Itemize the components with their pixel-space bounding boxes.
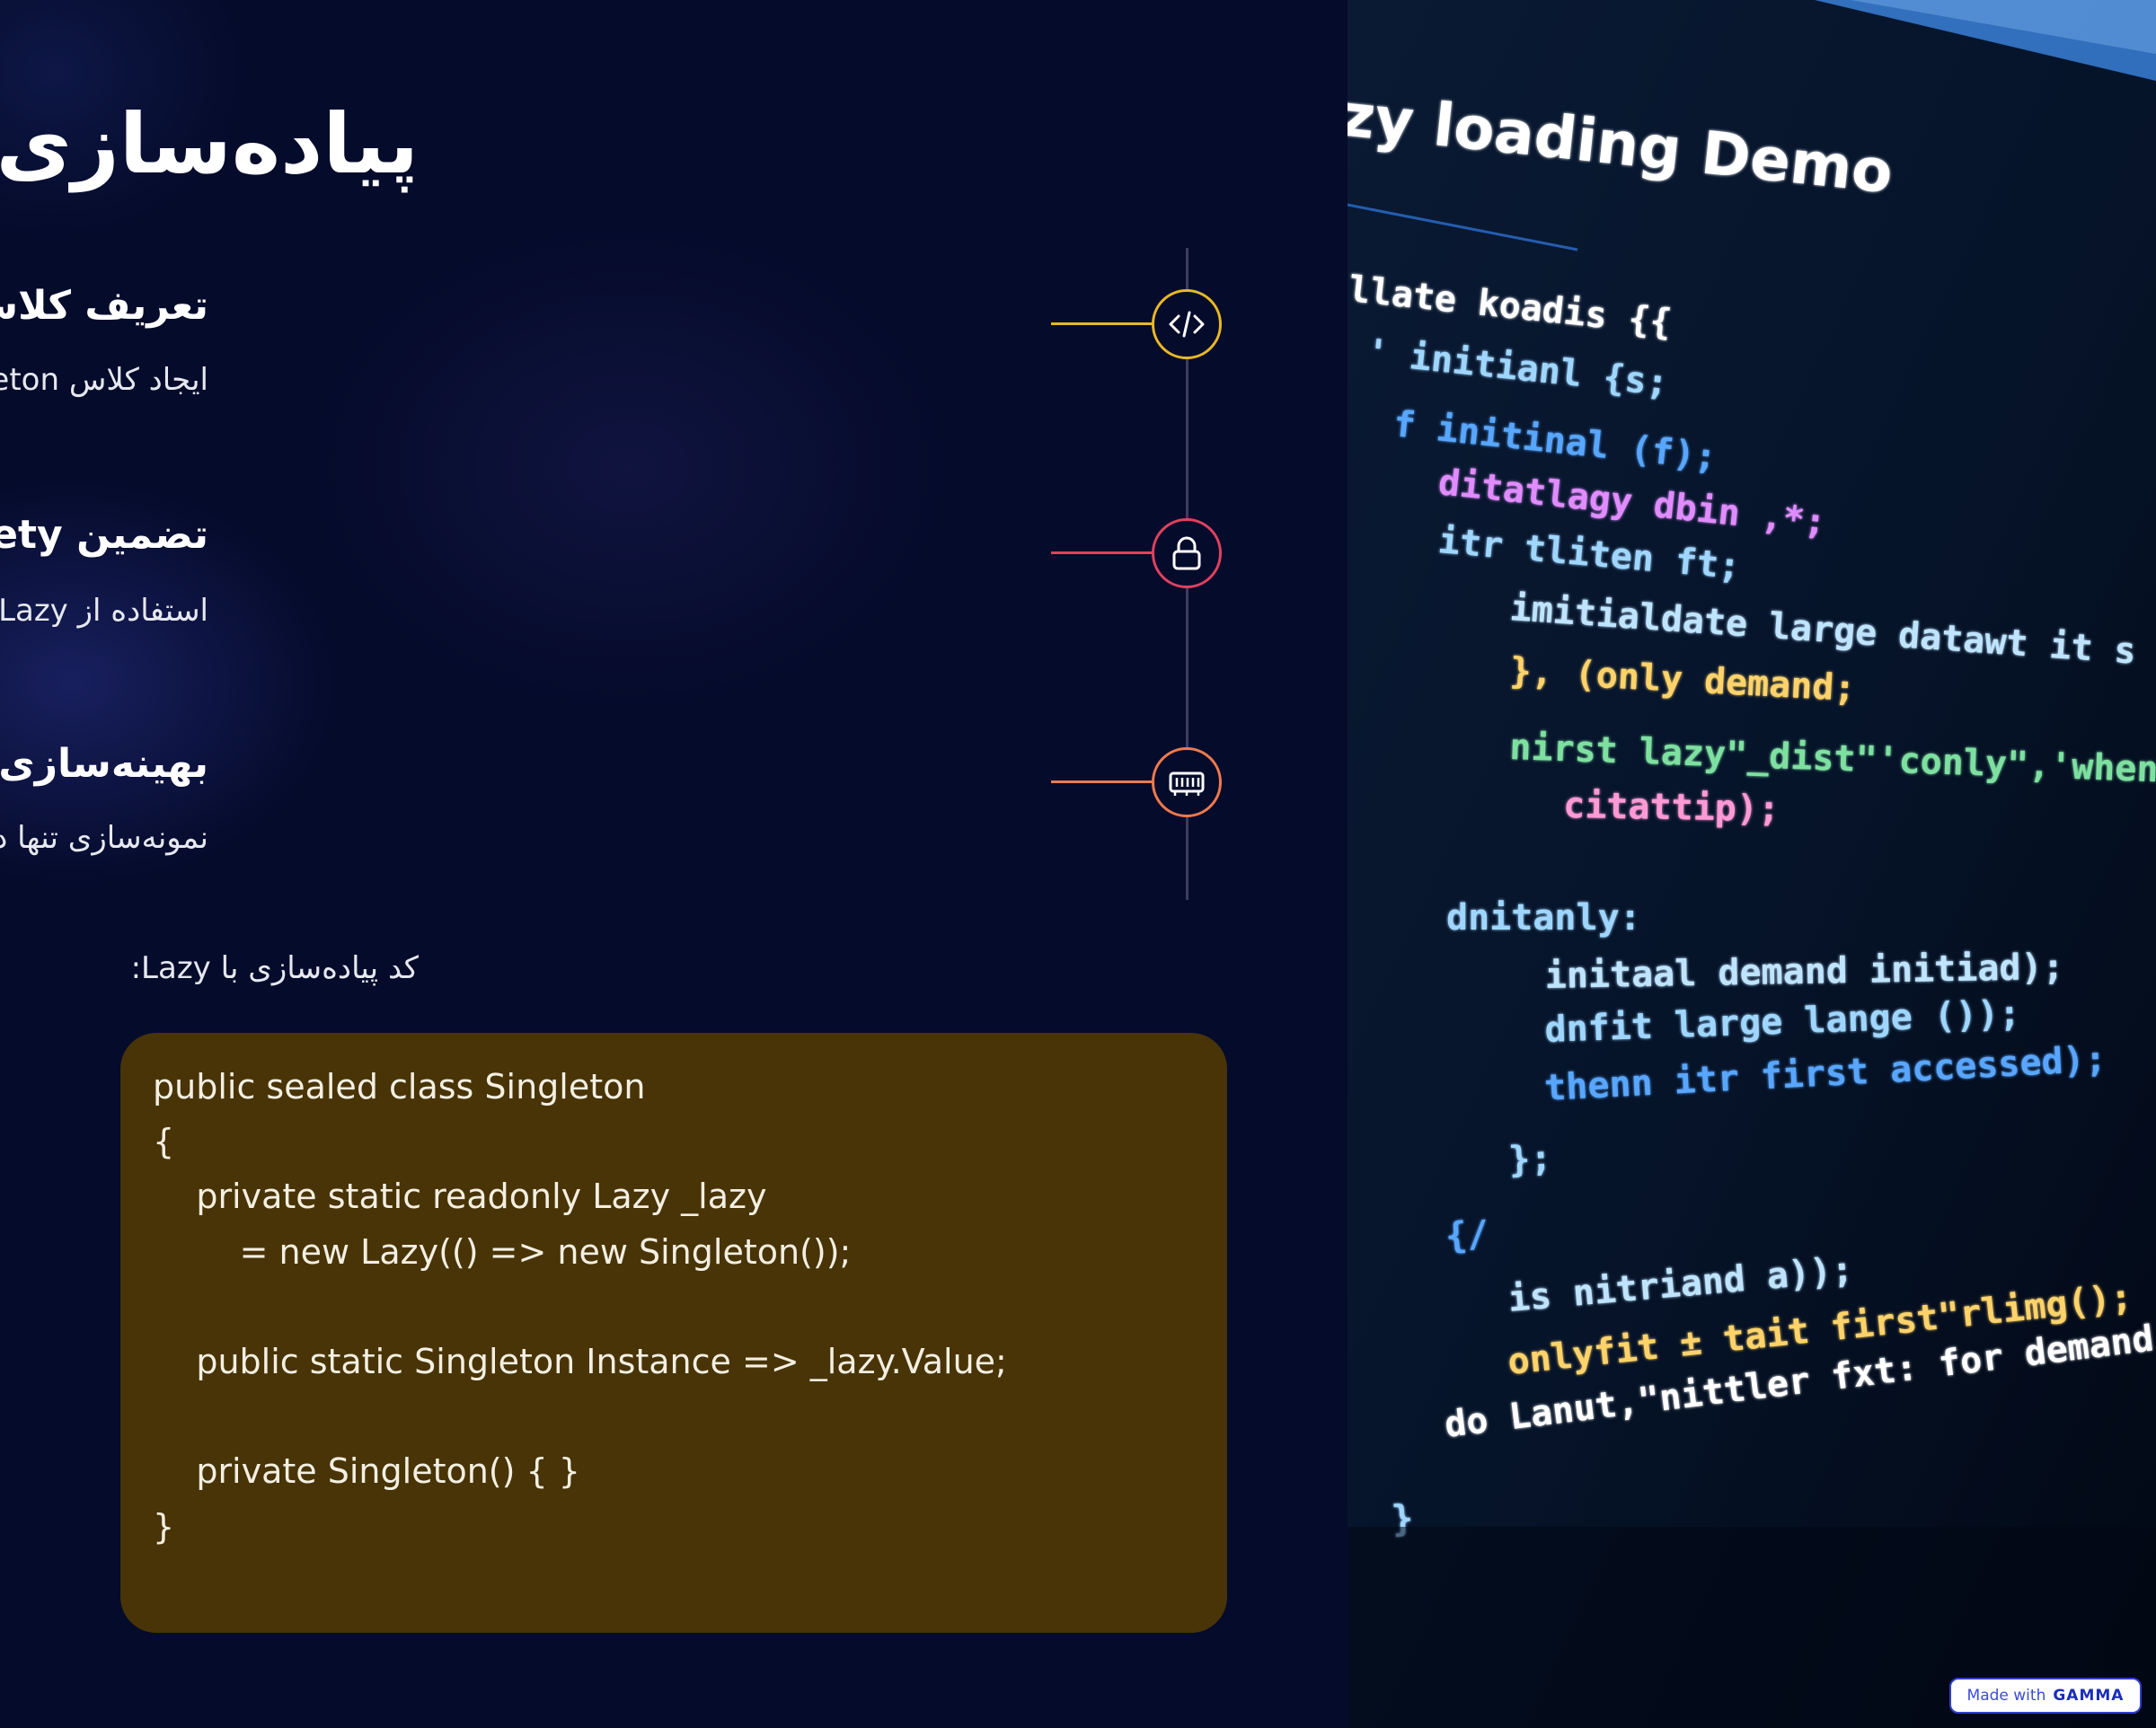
- code-line: public static Singleton Instance => _laz…: [153, 1341, 1007, 1381]
- code-icon: [1169, 311, 1205, 338]
- step-2-description: استفاده از Lazy برای اطمینان از ایمنی در…: [0, 593, 208, 629]
- lock-icon: [1172, 536, 1201, 570]
- made-with-gamma-badge[interactable]: Made with GAMMA: [1949, 1678, 2142, 1714]
- step-2-connector: [1051, 551, 1152, 554]
- code-line: = new Lazy(() => new Singleton());: [153, 1231, 852, 1272]
- step-1-connector: [1051, 322, 1152, 325]
- step-3-node: [1152, 747, 1222, 817]
- screen-code-line: {/: [1444, 1213, 1489, 1257]
- screen-code-line: dnitanly:: [1446, 897, 1641, 939]
- step-2-title: تضمین Thread-safety: [0, 512, 208, 558]
- step-2-node: [1152, 518, 1222, 588]
- code-line: private Singleton() { }: [153, 1451, 580, 1492]
- slide-title: پیاده‌سازی با Lazy Initialization: [0, 96, 419, 192]
- screen-code-line: citattip);: [1563, 785, 1780, 830]
- step-1-node: [1152, 289, 1222, 359]
- code-screen-illustration: zy loading Demollate koadis {{' initianl…: [1348, 0, 2156, 1728]
- step-1-title: تعریف کلاس: [0, 283, 208, 329]
- code-caption: کد پیاده‌سازی با Lazy:: [130, 950, 419, 986]
- code-screen-photo: zy loading Demo llate koadis {{' initianl…: [1348, 0, 2156, 1728]
- step-3-connector: [1051, 780, 1152, 783]
- slide-content: پیاده‌سازی با Lazy Initialization تعریف …: [0, 0, 1348, 1728]
- screen-code-line: };: [1507, 1138, 1553, 1181]
- code-block: public sealed class Singleton { private …: [120, 1033, 1227, 1633]
- step-3-description: نمونه‌سازی تنها در زمان اولین درخواست ان…: [0, 820, 208, 856]
- code-line: public sealed class Singleton: [153, 1067, 646, 1106]
- code-line: {: [153, 1122, 175, 1162]
- step-3-title: بهینه‌سازی حافظه: [0, 741, 208, 787]
- code-line: private static readonly Lazy _lazy: [153, 1177, 767, 1217]
- memory-icon: [1169, 771, 1205, 796]
- made-with-label: Made with: [1966, 1687, 2046, 1705]
- step-1-description: ایجاد کلاس Singleton با فیلد Lazy برای ت…: [0, 362, 208, 398]
- gamma-logo: GAMMA: [2053, 1687, 2125, 1705]
- code-line: }: [153, 1506, 175, 1547]
